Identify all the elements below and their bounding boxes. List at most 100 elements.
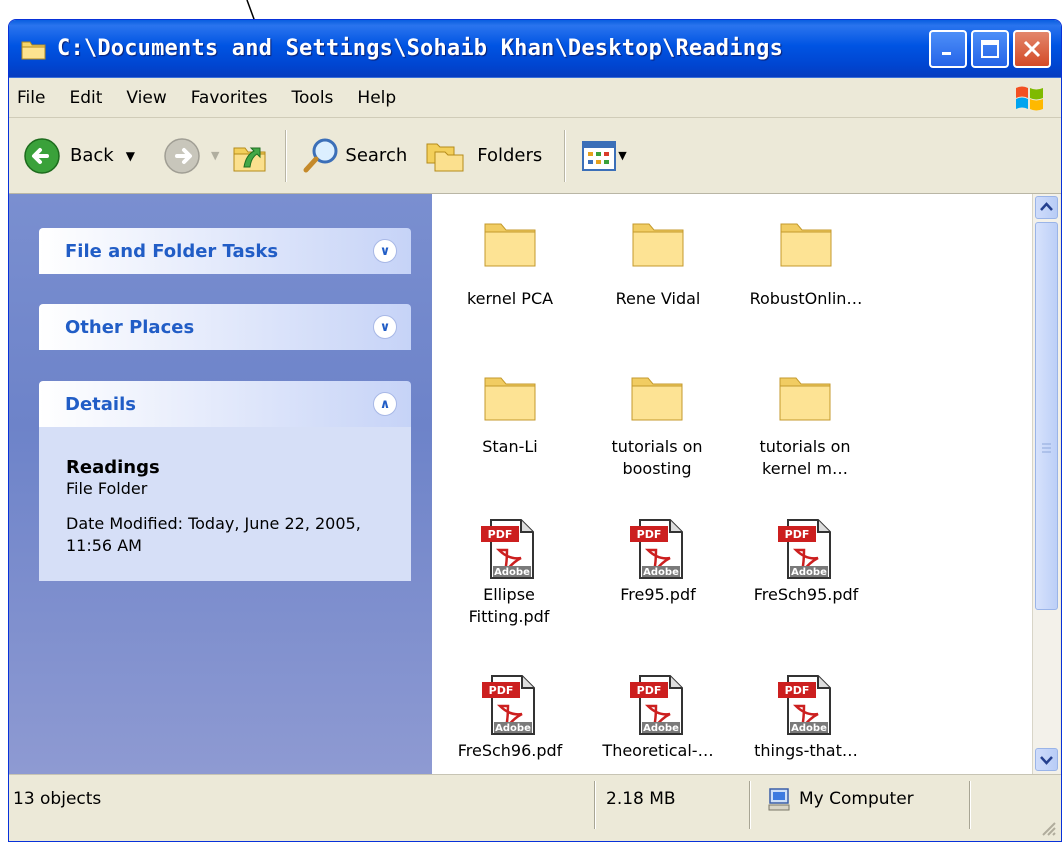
minimize-icon [942,51,951,55]
item-label: kernel PCA [466,289,554,308]
adobe-brand-text: Adobe [495,723,531,734]
status-bar: 13 objects 2.18 MB My Computer [9,774,1061,841]
folder-icon [21,41,46,59]
file-folder-tasks-title: File and Folder Tasks [65,240,279,262]
main-area: File and Folder Tasks ∨ Other Places ∨ D… [9,194,1061,774]
menu-file[interactable]: File [9,88,61,108]
grip-icon [1042,443,1051,453]
folder-icon [779,377,831,421]
pdf-file-icon: PDF Adobe [630,675,683,735]
menu-bar: File Edit View Favorites Tools Help [9,78,1061,118]
details-name: Readings [66,457,160,478]
folder-item[interactable]: kernel PCA [434,218,586,310]
search-label: Search [345,145,408,166]
views-button[interactable]: ▼ [582,140,627,171]
explorer-window: C:\Documents and Settings\Sohaib Khan\De… [8,19,1062,842]
pdf-file-item[interactable]: PDF Adobe Theoretical-… [582,672,734,762]
folder-icon [780,223,832,267]
pdf-badge-text: PDF [637,684,662,697]
file-list: kernel PCA Rene Vidal RobustOnlin… Stan-… [432,194,1032,774]
menu-help[interactable]: Help [349,88,412,108]
adobe-brand-text: Adobe [643,567,679,578]
pdf-file-icon: PDF Adobe [630,519,683,579]
vertical-scrollbar[interactable] [1032,194,1060,774]
pdf-badge-text: PDF [785,684,810,697]
adobe-brand-text: Adobe [494,567,530,578]
forward-button[interactable]: ▼ [163,137,219,175]
pdf-file-item[interactable]: PDF Adobe FreSch96.pdf [434,672,586,762]
details-date: Date Modified: Today, June 22, 2005, 11:… [66,514,361,555]
details-type: File Folder [66,479,148,498]
minimize-button[interactable] [929,29,967,68]
folders-button[interactable]: Folders [425,138,542,174]
search-button[interactable]: Search [301,136,407,176]
expand-chevron-icon[interactable]: ∨ [373,315,397,339]
folder-icon [484,377,536,421]
item-label: Stan-Li [482,437,538,456]
folders-icon [426,143,464,171]
menu-favorites[interactable]: Favorites [183,88,284,108]
scroll-down-arrow-icon [1040,756,1053,765]
pdf-file-icon: PDF Adobe [481,519,534,579]
scroll-thumb[interactable] [1035,222,1058,610]
adobe-brand-text: Adobe [791,723,827,734]
item-label: RobustOnlin… [749,289,863,308]
close-button[interactable] [1013,29,1051,68]
pdf-file-item[interactable]: PDF Adobe things-that… [730,672,882,762]
item-label: Ellipse Fitting.pdf [468,585,550,626]
item-label: tutorials on boosting [611,437,703,478]
forward-dropdown-icon[interactable]: ▼ [211,149,219,162]
up-folder-icon [233,147,266,171]
collapse-chevron-icon[interactable]: ∧ [373,392,397,416]
scroll-up-arrow-icon [1040,202,1053,211]
up-folder-button[interactable] [231,137,269,175]
folder-item[interactable]: Stan-Li [434,372,586,458]
folder-item[interactable]: tutorials on boosting [592,372,722,480]
details-panel: Readings File Folder Date Modified: Toda… [39,427,411,581]
folder-item[interactable]: RobustOnlin… [730,218,882,310]
item-label: Rene Vidal [615,289,701,308]
maximize-button[interactable] [971,29,1009,68]
menu-edit[interactable]: Edit [61,88,118,108]
back-dropdown-icon[interactable]: ▼ [126,149,135,163]
file-folder-tasks-header[interactable]: File and Folder Tasks ∨ [39,228,411,274]
menu-view[interactable]: View [118,88,182,108]
pdf-file-item[interactable]: PDF Adobe Fre95.pdf [582,516,734,606]
views-dropdown-icon[interactable]: ▼ [618,149,626,162]
back-button[interactable]: Back ▼ [23,137,135,175]
pdf-file-icon: PDF Adobe [778,519,831,579]
status-object-count: 13 objects [13,789,102,809]
scroll-down-button[interactable] [1035,748,1058,771]
toolbar: Back ▼ ▼ Search Folders ▼ [9,118,1061,194]
other-places-title: Other Places [65,316,195,338]
window-title: C:\Documents and Settings\Sohaib Khan\De… [57,36,784,61]
pdf-file-item[interactable]: PDF Adobe Ellipse Fitting.pdf [446,516,572,628]
item-label: FreSch95.pdf [753,585,859,604]
menu-tools[interactable]: Tools [284,88,350,108]
status-location: My Computer [799,789,914,809]
pdf-file-icon: PDF Adobe [778,675,831,735]
windows-logo-icon [1016,86,1043,111]
folder-icon [632,223,684,267]
adobe-brand-text: Adobe [791,567,827,578]
pdf-badge-text: PDF [785,528,810,541]
item-label: FreSch96.pdf [457,741,563,760]
my-computer-icon [768,788,790,811]
scroll-up-button[interactable] [1035,196,1058,219]
pdf-badge-text: PDF [637,528,662,541]
adobe-brand-text: Adobe [643,723,679,734]
back-arrow-icon [24,137,60,174]
forward-arrow-icon [164,137,200,174]
resize-grip-icon[interactable] [1039,819,1057,837]
folders-label: Folders [477,145,543,166]
pdf-file-icon: PDF Adobe [482,675,535,735]
folder-icon [484,223,536,267]
folder-item[interactable]: Rene Vidal [582,218,734,310]
details-header[interactable]: Details ∧ [39,381,411,427]
expand-chevron-icon[interactable]: ∨ [373,239,397,263]
item-label: things-that… [754,741,858,760]
folder-item[interactable]: tutorials on kernel m… [740,372,870,480]
pdf-file-item[interactable]: PDF Adobe FreSch95.pdf [730,516,882,606]
other-places-header[interactable]: Other Places ∨ [39,304,411,350]
pdf-badge-text: PDF [488,528,513,541]
